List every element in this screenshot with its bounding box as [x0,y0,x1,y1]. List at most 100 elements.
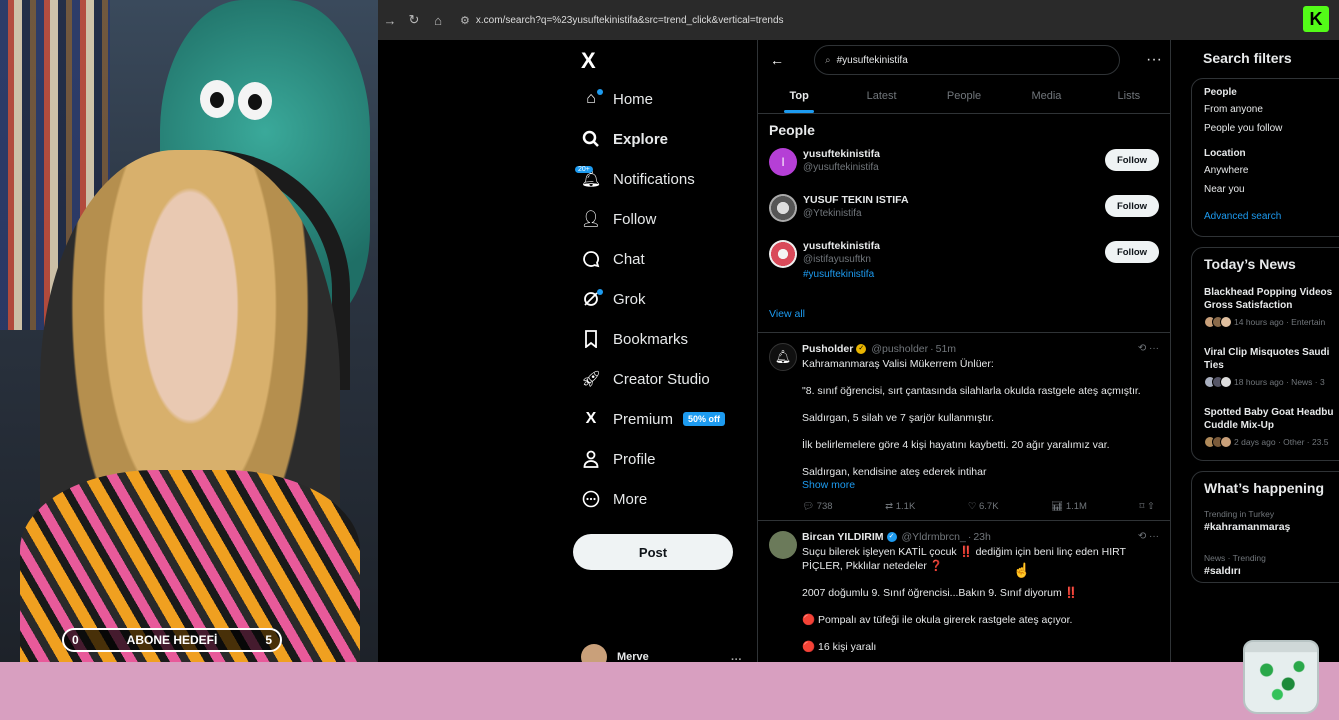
tweet-more-icon[interactable]: ⟲ ··· [1138,531,1159,542]
nav-label: Explore [613,130,669,148]
tweet-author[interactable]: Bircan YILDIRIM [802,531,884,543]
filter-near-you[interactable]: Near you [1192,180,1339,199]
forward-icon[interactable]: → [378,13,402,28]
trend-item[interactable]: News · Trending #saldırı [1192,548,1339,582]
person-handle: @yusuftekinistifa [803,162,879,173]
account-name: Merve [617,651,649,662]
chat-bubble-icon [581,249,601,269]
nav-explore[interactable]: Explore [581,124,668,154]
tweet-line: 2007 doğumlu 9. Sınıf öğrencisi...Bakın … [802,587,1078,599]
search-input[interactable]: ⌕ #yusuftekinistifa [814,45,1120,75]
person-result[interactable]: YUSUF TEKIN ISTIFA @Ytekinistifa Follow [758,190,1170,236]
filter-people-you-follow[interactable]: People you follow [1192,119,1339,138]
home-icon[interactable]: ⌂ [426,13,450,28]
nav-notifications[interactable]: 🔔︎ 20+ Notifications [575,164,695,194]
tweet-line: 🔴 16 kişi yaralı [802,641,877,653]
person-icon [581,449,601,469]
repost-button[interactable]: ⇄ 1.1K [885,501,915,512]
nav-label: Follow [613,210,657,228]
site-info-icon[interactable]: ⚙ [460,14,470,27]
reply-button[interactable]: 💬︎ 738 [802,501,833,512]
bookmark-icon [581,329,601,349]
follow-button[interactable]: Follow [1105,195,1159,217]
news-title: Spotted Baby Goat Headbu [1204,407,1334,418]
tweet[interactable]: Bircan YILDIRIM ✓ @Yldrmbrcn_ · 23h ⟲ ··… [758,521,1170,662]
search-tabs: Top Latest People Media Lists [758,78,1170,114]
nav-follow[interactable]: 👤︎ Follow [580,204,657,234]
avatar [769,194,797,222]
add-person-icon: 👤︎ [580,211,602,228]
filter-from-anyone[interactable]: From anyone [1192,100,1339,119]
tweet-line: "8. sınıf öğrencisi, sırt çantasında sil… [802,385,1141,397]
news-item[interactable]: Viral Clip Misquotes Saudi Ties 18 hours… [1192,340,1339,394]
nav-chat[interactable]: Chat [581,244,645,274]
person-result[interactable]: I yusuftekinistifa @yusuftekinistifa Fol… [758,144,1170,190]
tab-lists[interactable]: Lists [1088,78,1170,113]
reload-icon[interactable]: ↻ [402,12,426,28]
avatar [581,644,607,662]
news-title: Ties [1204,360,1224,371]
advanced-search-link[interactable]: Advanced search [1192,199,1339,236]
news-item[interactable]: Blackhead Popping Videos Gross Satisfact… [1192,280,1339,334]
like-button[interactable]: ♡ 6.7K [968,501,999,512]
more-options-icon[interactable]: ··· [1146,51,1162,69]
tweet-line: İlk belirlemelere göre 4 kişi hayatını k… [802,439,1110,451]
trend-tag: #kahramanmaraş [1204,521,1291,533]
url-field[interactable]: x.com/search?q=%23yusuftekinistifa&src=t… [476,15,784,26]
stream-bottom-strip [0,662,1339,720]
tweet-time[interactable]: 23h [973,531,991,543]
filter-anywhere[interactable]: Anywhere [1192,161,1339,180]
nav-grok[interactable]: Grok [581,284,646,314]
tweet[interactable]: 🔔︎ Pusholder ✓ @pusholder · 51m ⟲ ··· Ka… [758,333,1170,521]
nav-profile[interactable]: Profile [581,444,656,474]
tab-top[interactable]: Top [758,78,840,113]
filter-location-label: Location [1204,148,1246,159]
post-button[interactable]: Post [573,534,733,570]
nav-home[interactable]: ⌂ Home [581,84,653,114]
tweet-line: PİÇLER, Pkklılar netedeler ❓ [802,560,943,572]
person-bio-hashtag[interactable]: #yusuftekinistifa [803,269,880,280]
webcam-feed: 0 ABONE HEDEFİ 5 [0,0,378,662]
notification-count-badge: 20+ [575,166,593,173]
bookmark-icon[interactable]: ⌑ ⇧ [1140,501,1155,512]
follow-button[interactable]: Follow [1105,241,1159,263]
nav-premium[interactable]: X Premium 50% off [581,404,726,434]
tweet-header: Pusholder ✓ @pusholder · 51m [802,343,957,355]
nav-bookmarks[interactable]: Bookmarks [581,324,688,354]
person-handle: @Ytekinistifa [803,208,862,219]
tab-media[interactable]: Media [1005,78,1087,113]
x-logo-icon[interactable]: X [581,48,596,74]
tweet-time[interactable]: 51m [936,343,956,355]
views-button[interactable]: 📊︎ 1.1M [1051,501,1087,512]
kick-extension-icon[interactable]: K [1303,6,1329,32]
premium-discount-badge: 50% off [683,412,726,426]
search-icon [581,129,601,149]
avatars [1204,316,1232,328]
follow-button[interactable]: Follow [1105,149,1159,171]
news-item[interactable]: Spotted Baby Goat Headbu Cuddle Mix-Up 2… [1192,400,1339,460]
trend-item[interactable]: Trending in Turkey #kahramanmaraş [1192,504,1339,538]
account-more-icon[interactable]: ··· [731,654,742,662]
tab-people[interactable]: People [923,78,1005,113]
nav-label: Premium [613,410,674,428]
nav-more[interactable]: More [581,484,647,514]
nav-creator-studio[interactable]: 🚀︎ Creator Studio [581,364,710,394]
person-result[interactable]: yusuftekinistifa @istifayusuftkn #yusuft… [758,236,1170,296]
tab-latest[interactable]: Latest [840,78,922,113]
back-arrow-icon[interactable]: ← [770,52,800,68]
tweet-more-icon[interactable]: ⟲ ··· [1138,343,1159,354]
nav-label: Home [613,90,654,108]
tweet-line: Saldırgan, kendisine ateş ederek intihar [802,466,987,478]
show-more-link[interactable]: Show more [802,479,1159,491]
search-header: ← ⌕ #yusuftekinistifa ··· [758,42,1170,78]
browser-toolbar: → ↻ ⌂ ⚙ x.com/search?q=%23yusuftekinisti… [378,0,1339,40]
repost-count: 1.1K [895,501,916,512]
tweet-author[interactable]: Pusholder [802,343,853,355]
grok-icon [581,289,603,309]
nav-label: Chat [613,250,645,268]
view-count: 1.1M [1065,501,1087,512]
account-switcher[interactable]: Merve ··· [581,644,742,662]
view-all-link[interactable]: View all [758,296,1170,333]
todays-news-panel: Today’s News Blackhead Popping Videos Gr… [1191,247,1339,461]
avatar: 🔔︎ [769,343,797,371]
